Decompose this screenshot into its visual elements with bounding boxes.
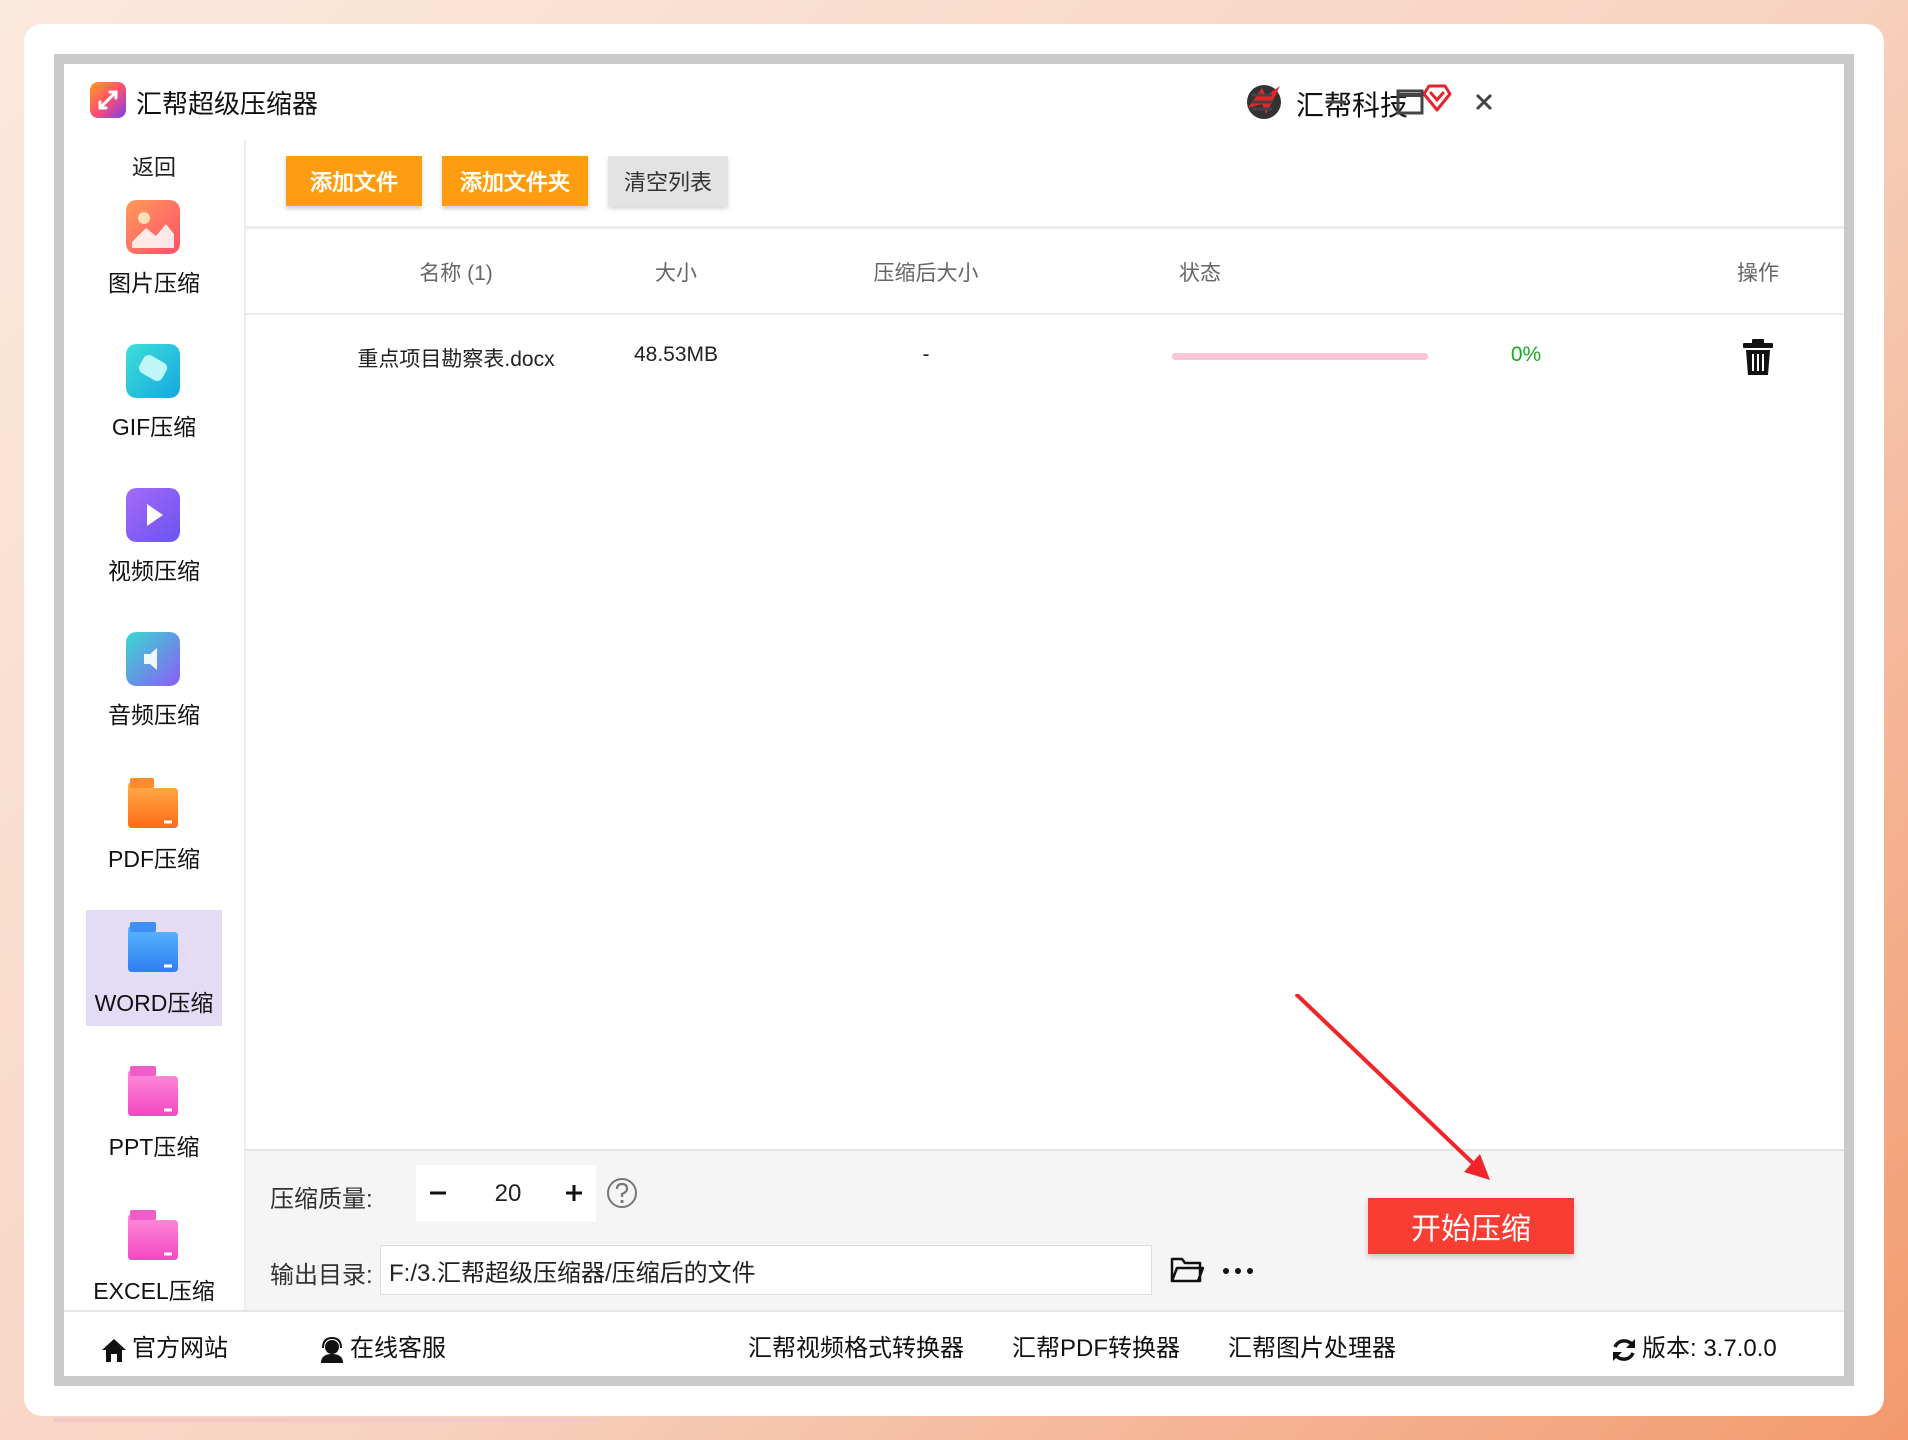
- sidebar-item-pdf[interactable]: PDF压缩: [86, 766, 222, 882]
- ppt-icon: [128, 1066, 178, 1116]
- title-bar: 汇帮超级压缩器 汇帮科技: [64, 64, 1844, 140]
- compressed-size: -: [922, 343, 930, 366]
- progress-percent: 0%: [1510, 343, 1542, 366]
- home-icon: [102, 1338, 126, 1362]
- pdf-icon: [128, 778, 178, 828]
- support-label: 在线客服: [350, 1335, 446, 1362]
- more-icon[interactable]: [1220, 1261, 1256, 1281]
- footer-bar: 官方网站 在线客服 汇帮视频格式转换器 汇帮PDF转换器 汇帮图片处理器 版本:…: [64, 1310, 1844, 1376]
- column-header-action: 操作: [1737, 262, 1779, 285]
- quality-stepper: [416, 1165, 596, 1221]
- sidebar-item-label: 视频压缩: [108, 558, 200, 584]
- website-label: 官方网站: [132, 1335, 228, 1362]
- app-window: 汇帮超级压缩器 汇帮科技 返回 图片压缩 GIF压缩 视频压缩 音频压缩 PDF…: [64, 64, 1844, 1376]
- trash-icon[interactable]: [1740, 337, 1776, 377]
- footer-link-image-processor[interactable]: 汇帮图片处理器: [1228, 1328, 1396, 1363]
- add-folder-button[interactable]: 添加文件夹: [442, 156, 588, 206]
- add-file-button[interactable]: 添加文件: [286, 156, 422, 206]
- sidebar-item-image[interactable]: 图片压缩: [86, 190, 222, 306]
- video-icon: [126, 488, 180, 542]
- app-title: 汇帮超级压缩器: [136, 89, 319, 119]
- back-button[interactable]: 返回: [64, 150, 244, 182]
- decrease-button[interactable]: [418, 1173, 458, 1213]
- output-path-input[interactable]: [380, 1245, 1152, 1295]
- version-label: 版本: 3.7.0.0: [1642, 1335, 1777, 1362]
- decorative-underline: [54, 1418, 600, 1422]
- sidebar-item-label: GIF压缩: [111, 414, 197, 440]
- quality-label: 压缩质量:: [270, 1186, 373, 1213]
- excel-icon: [128, 1210, 178, 1260]
- image-icon: [126, 200, 180, 254]
- audio-icon: [126, 632, 180, 686]
- quality-input[interactable]: [468, 1175, 548, 1213]
- sidebar-item-label: 音频压缩: [108, 702, 200, 728]
- maximize-button[interactable]: [1390, 86, 1430, 118]
- website-link[interactable]: 官方网站: [100, 1328, 228, 1364]
- start-compress-button[interactable]: 开始压缩: [1368, 1198, 1574, 1254]
- sidebar-item-video[interactable]: 视频压缩: [86, 478, 222, 594]
- sidebar-item-gif[interactable]: GIF压缩: [86, 334, 222, 450]
- column-header-name[interactable]: 名称 (1): [326, 257, 586, 287]
- help-icon[interactable]: [606, 1177, 638, 1209]
- minimize-button[interactable]: [1316, 86, 1356, 118]
- sidebar-item-word[interactable]: WORD压缩: [86, 910, 222, 1026]
- column-header-size[interactable]: 大小: [616, 257, 736, 287]
- menu-button[interactable]: [1242, 86, 1282, 118]
- file-name: 重点项目勘察表.docx: [357, 348, 555, 371]
- sidebar-item-excel[interactable]: EXCEL压缩: [86, 1198, 222, 1314]
- sidebar-item-ppt[interactable]: PPT压缩: [86, 1054, 222, 1170]
- sidebar-item-audio[interactable]: 音频压缩: [86, 622, 222, 738]
- toolbar: 添加文件 添加文件夹 清空列表: [246, 140, 1844, 226]
- support-link[interactable]: 在线客服: [318, 1328, 446, 1364]
- column-header-status: 状态: [1179, 262, 1221, 285]
- increase-button[interactable]: [554, 1173, 594, 1213]
- sidebar-item-label: WORD压缩: [94, 990, 214, 1016]
- version-info[interactable]: 版本: 3.7.0.0: [1610, 1328, 1777, 1364]
- close-button[interactable]: [1464, 86, 1504, 118]
- output-label: 输出目录:: [270, 1262, 373, 1289]
- sidebar-item-label: EXCEL压缩: [93, 1278, 215, 1304]
- app-logo-icon: [90, 82, 126, 118]
- column-header-compressed-size[interactable]: 压缩后大小: [826, 257, 1026, 287]
- sidebar: 返回 图片压缩 GIF压缩 视频压缩 音频压缩 PDF压缩 WORD压缩 PPT…: [64, 140, 244, 1310]
- footer-link-video-converter[interactable]: 汇帮视频格式转换器: [748, 1328, 964, 1363]
- folder-open-icon[interactable]: [1170, 1255, 1204, 1285]
- refresh-icon: [1613, 1338, 1635, 1361]
- footer-link-pdf-converter[interactable]: 汇帮PDF转换器: [1012, 1328, 1180, 1363]
- sidebar-item-label: 图片压缩: [108, 270, 200, 296]
- table-header: 名称 (1) 大小 压缩后大小 状态 操作: [246, 229, 1844, 313]
- gif-icon: [126, 344, 180, 398]
- progress-bar: [1172, 353, 1428, 360]
- file-size: 48.53MB: [633, 343, 719, 366]
- clear-list-button[interactable]: 清空列表: [608, 156, 728, 206]
- sidebar-item-label: PDF压缩: [108, 846, 200, 872]
- table-row[interactable]: 重点项目勘察表.docx 48.53MB - 0%: [246, 315, 1844, 399]
- sidebar-item-label: PPT压缩: [108, 1134, 200, 1160]
- word-icon: [128, 922, 178, 972]
- headset-icon: [321, 1336, 343, 1363]
- settings-panel: 压缩质量: 输出目录:: [246, 1149, 1844, 1312]
